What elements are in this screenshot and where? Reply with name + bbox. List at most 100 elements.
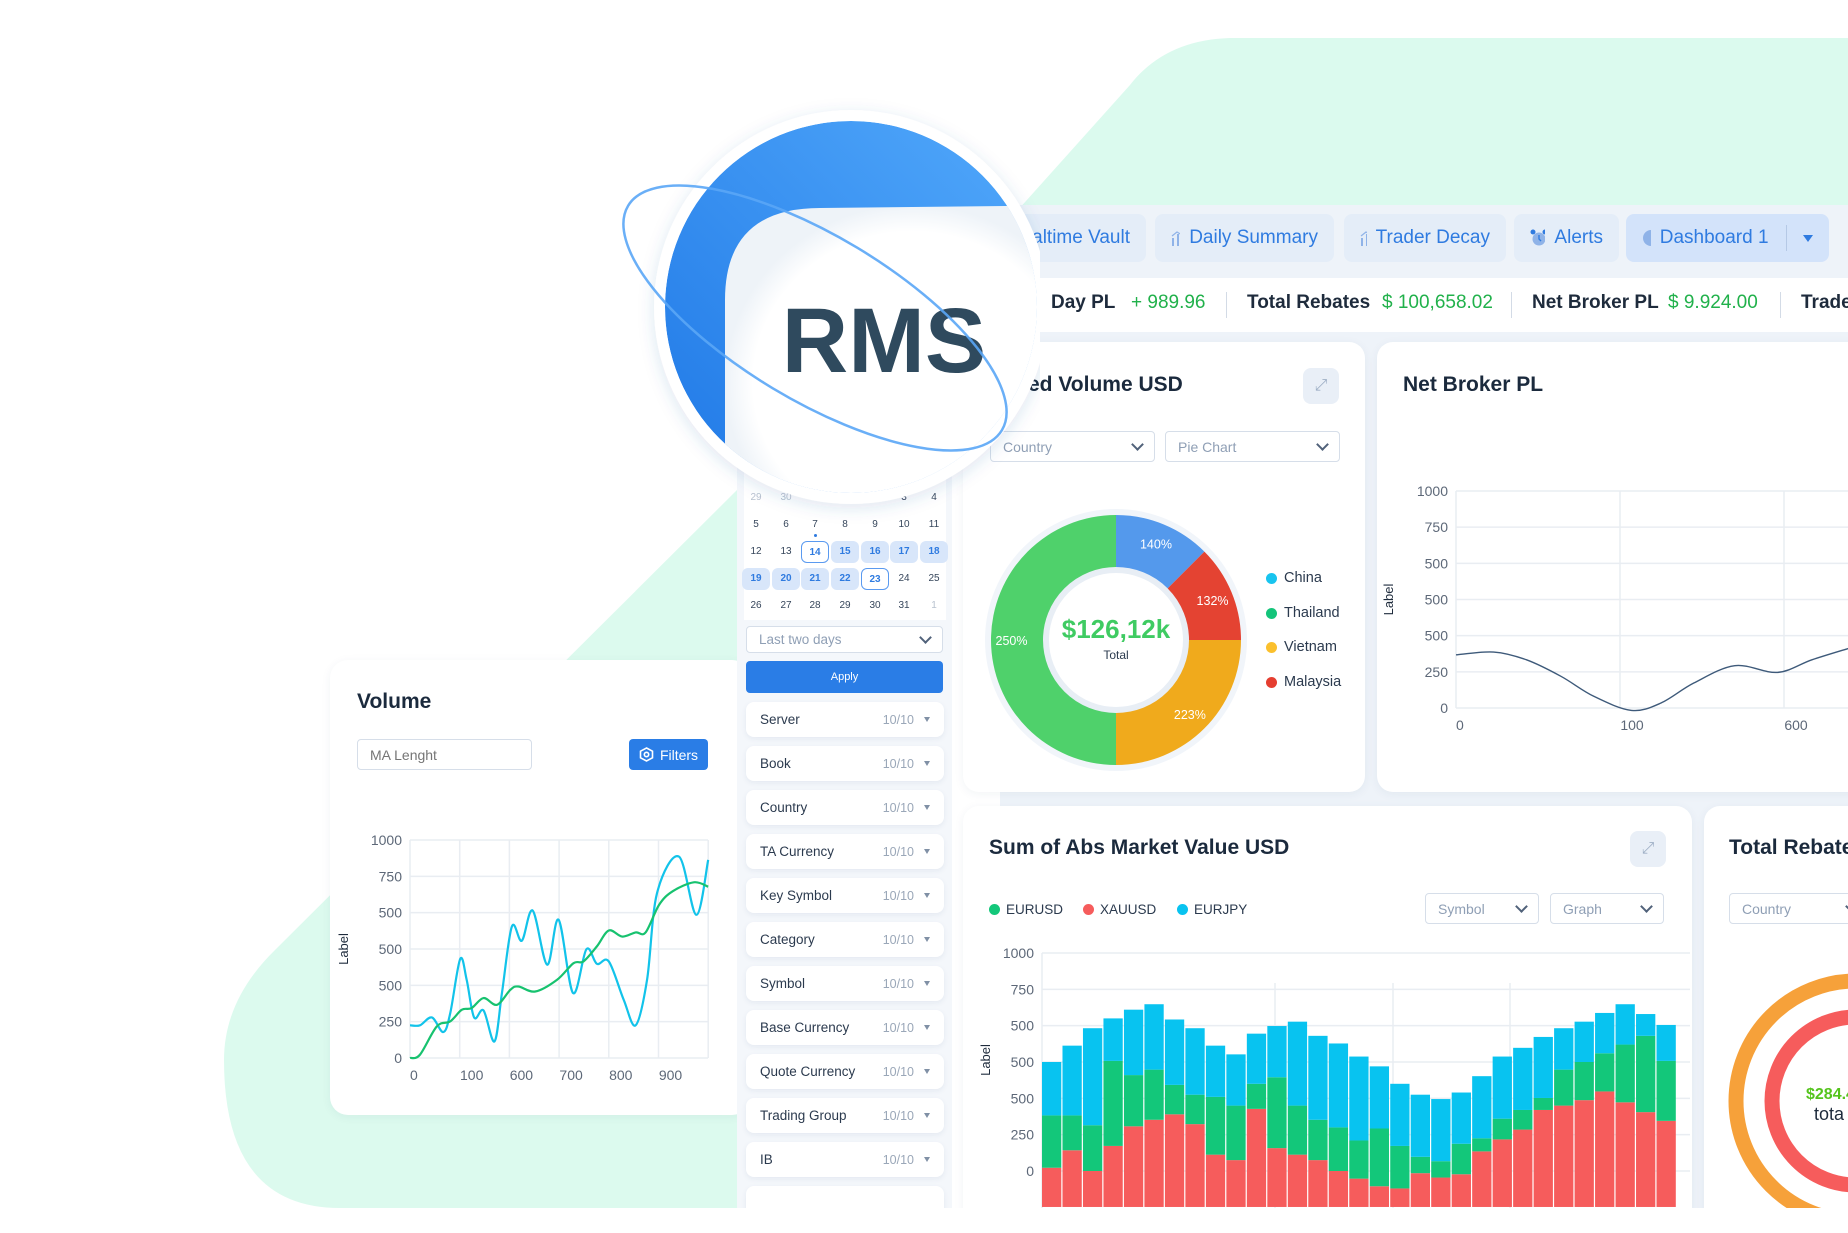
bar-eurjpy: [1410, 1094, 1430, 1157]
date-preset-dropdown[interactable]: Last two days: [746, 626, 943, 653]
calendar-day[interactable]: 30: [861, 595, 889, 617]
caret-down-icon: [924, 937, 930, 942]
calendar-day[interactable]: 28: [801, 595, 829, 617]
chart-type-dropdown[interactable]: Pie Chart: [1165, 431, 1340, 462]
filters-button[interactable]: Filters: [629, 739, 708, 770]
stat-label-total-rebates: Total Rebates: [1247, 292, 1371, 313]
y-tick-label: 1000: [1417, 483, 1448, 499]
calendar-day[interactable]: 22: [831, 568, 859, 590]
filter-item-key-symbol[interactable]: Key Symbol 10/10: [746, 878, 944, 913]
x-tick-label: 0: [410, 1067, 418, 1083]
legend-dot: [1266, 607, 1277, 619]
filter-item-book[interactable]: Book 10/10: [746, 746, 944, 781]
bg-blob-top: [1000, 38, 1848, 230]
apply-button[interactable]: Apply: [746, 661, 943, 693]
calendar-day[interactable]: 23: [861, 568, 889, 590]
bar-eurusd: [1636, 1035, 1656, 1113]
bar-eurjpy: [1042, 1062, 1062, 1116]
bar-xauusd: [1431, 1177, 1451, 1207]
bar-eurjpy: [1308, 1035, 1328, 1120]
tab-dashboard-1[interactable]: Dashboard 1: [1626, 214, 1829, 262]
bar-eurusd: [1349, 1140, 1369, 1179]
filter-count: 10/10: [882, 888, 914, 903]
calendar-day[interactable]: 27: [772, 595, 800, 617]
legend-dot: [989, 904, 1000, 915]
dropdown-value: Country: [1742, 900, 1792, 917]
dropdown-caret-icon[interactable]: [1803, 234, 1813, 242]
rebate-center-label: tota: [1814, 1104, 1845, 1124]
filter-item-trading-group[interactable]: Trading Group 10/10: [746, 1098, 944, 1133]
bar-eurjpy: [1103, 1018, 1123, 1061]
bar-eurjpy: [1205, 1045, 1226, 1097]
tab-alerts[interactable]: Alerts: [1514, 214, 1619, 262]
bar-eurusd: [1123, 1075, 1144, 1127]
calendar-day[interactable]: 25: [920, 568, 948, 590]
bar-xauusd: [1123, 1126, 1144, 1207]
dropdown-value: Pie Chart: [1178, 438, 1237, 455]
filter-item-base-currency[interactable]: Base Currency 10/10: [746, 1010, 944, 1045]
filter-item-ib[interactable]: IB 10/10: [746, 1142, 944, 1177]
bar-eurusd: [1451, 1143, 1471, 1175]
filter-label: Server: [760, 712, 800, 727]
filter-item-symbol[interactable]: Symbol 10/10: [746, 966, 944, 1001]
y-tick-label: 1000: [1003, 945, 1034, 961]
bar-eurjpy: [1349, 1056, 1369, 1141]
filter-count: 10/10: [882, 1152, 914, 1167]
country-dropdown[interactable]: Country: [1729, 893, 1848, 924]
filter-label: Country: [760, 800, 808, 815]
filter-item-server[interactable]: Server 10/10: [746, 702, 944, 737]
calendar-day[interactable]: 21: [801, 568, 829, 590]
calendar-day[interactable]: 24: [890, 568, 918, 590]
caret-down-icon: [924, 717, 930, 722]
tab-label: altime Vault: [1032, 227, 1130, 248]
stat-label-day-pl: Day PL: [1051, 292, 1116, 313]
calendar-day[interactable]: 31: [890, 595, 918, 617]
bar-eurusd: [1082, 1125, 1103, 1171]
filter-count: 10/10: [882, 1108, 914, 1123]
calendar-day[interactable]: 19: [742, 568, 770, 590]
bar-eurjpy: [1226, 1054, 1246, 1106]
filter-item-country[interactable]: Country 10/10: [746, 790, 944, 825]
bar-eurjpy: [1656, 1024, 1676, 1061]
filter-label: Base Currency: [760, 1020, 850, 1035]
chevron-down-icon: [1515, 899, 1528, 913]
stat-label-net-broker-pl: Net Broker PL: [1532, 292, 1659, 313]
ma-length-input[interactable]: [357, 739, 532, 770]
graph-dropdown[interactable]: Graph: [1550, 893, 1664, 924]
expand-icon[interactable]: ⤢: [1630, 831, 1666, 867]
x-tick-label: 100: [460, 1067, 484, 1083]
calendar-day[interactable]: 26: [742, 595, 770, 617]
donut-segment-label: 223%: [1174, 708, 1206, 722]
dropdown-value: Symbol: [1438, 900, 1485, 917]
bar-eurjpy: [1451, 1092, 1471, 1144]
filter-item-partial[interactable]: [746, 1186, 944, 1208]
donut-segment-label: 250%: [996, 634, 1028, 648]
rebate-center-value: $284.4: [1806, 1086, 1848, 1103]
symbol-dropdown[interactable]: Symbol: [1425, 893, 1539, 924]
net-broker-pl-line-chart: 1000 750 500 500 500 250 00 100 600 Label: [1381, 483, 1848, 733]
calendar-day[interactable]: 29: [831, 595, 859, 617]
bar-xauusd: [1226, 1160, 1246, 1207]
y-tick-label: 500: [1425, 592, 1449, 608]
filter-item-ta-currency[interactable]: TA Currency 10/10: [746, 834, 944, 869]
y-tick-label: 500: [1011, 1090, 1035, 1106]
calendar-day[interactable]: 20: [772, 568, 800, 590]
bar-eurjpy: [1533, 1036, 1553, 1098]
expand-icon[interactable]: ⤢: [1303, 368, 1339, 404]
y-tick-label: 500: [379, 941, 403, 957]
filter-item-category[interactable]: Category 10/10: [746, 922, 944, 957]
bar-eurusd: [1267, 1077, 1287, 1149]
bar-eurusd: [1226, 1105, 1246, 1161]
bar-xauusd: [1164, 1114, 1185, 1207]
bar-eurjpy: [1431, 1099, 1451, 1162]
bar-eurusd: [1595, 1053, 1615, 1092]
bar-eurusd: [1410, 1156, 1430, 1174]
tab-daily-summary[interactable]: Daily Summary: [1155, 214, 1334, 262]
filter-count: 10/10: [882, 712, 914, 727]
bar-xauusd: [1636, 1112, 1656, 1207]
filter-label: IB: [760, 1152, 773, 1167]
card-title: Sum of Abs Market Value USD: [989, 836, 1290, 859]
filter-item-quote-currency[interactable]: Quote Currency 10/10: [746, 1054, 944, 1089]
tab-trader-decay[interactable]: Trader Decay: [1344, 214, 1506, 262]
calendar-day[interactable]: 1: [920, 595, 948, 617]
